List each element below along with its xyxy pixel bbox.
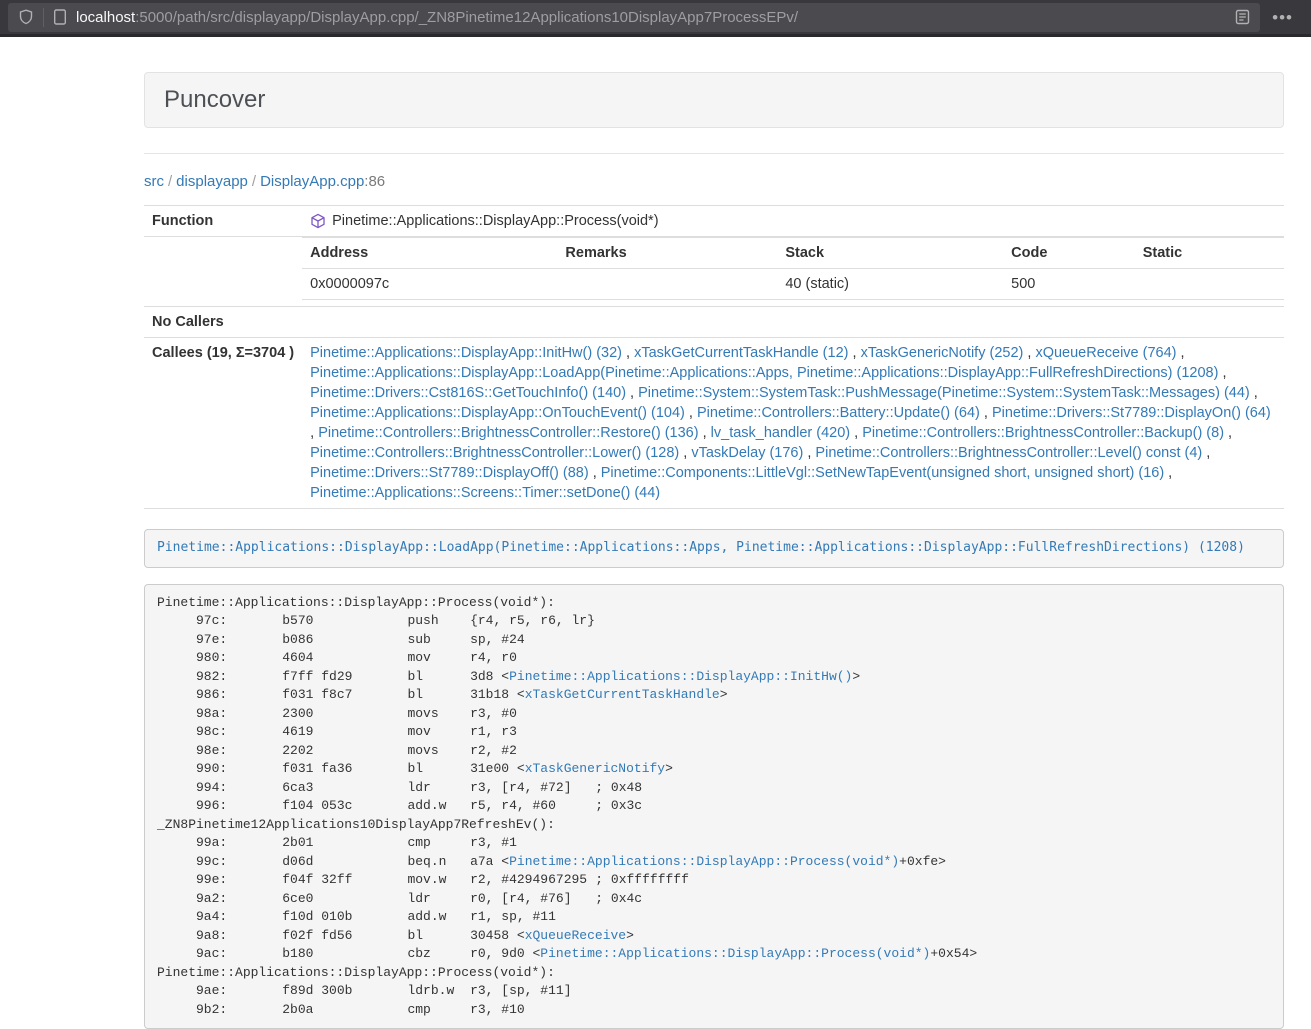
- callee-separator: ,: [589, 465, 601, 481]
- callee-separator: ,: [679, 445, 691, 461]
- disassembly-listing: Pinetime::Applications::DisplayApp::Proc…: [157, 595, 977, 1017]
- column-header: Remarks: [557, 238, 777, 269]
- callee-link[interactable]: Pinetime::Controllers::BrightnessControl…: [310, 445, 679, 461]
- callee-link[interactable]: xTaskGetCurrentTaskHandle (12): [634, 345, 848, 361]
- column-header: Code: [1003, 238, 1135, 269]
- callee-separator: ,: [1202, 445, 1210, 461]
- symbol-link[interactable]: Pinetime::Applications::DisplayApp::Init…: [509, 669, 852, 684]
- symbol-link[interactable]: xQueueReceive: [525, 928, 626, 943]
- callee-separator: ,: [1250, 385, 1258, 401]
- url-text[interactable]: localhost:5000/path/src/displayapp/Displ…: [76, 9, 1235, 26]
- column-header: Address: [302, 238, 557, 269]
- detail-cell: [557, 269, 777, 300]
- detail-cell: 40 (static): [777, 269, 1003, 300]
- shield-icon[interactable]: [18, 9, 34, 25]
- divider: [144, 153, 1284, 154]
- no-callers-label: No Callers: [144, 307, 302, 338]
- callee-separator: ,: [622, 345, 634, 361]
- breadcrumb-separator: /: [164, 173, 176, 190]
- function-detail-table: AddressRemarksStackCodeStatic 0x0000097c…: [302, 237, 1284, 300]
- function-label: Function: [144, 206, 302, 237]
- callee-link[interactable]: vTaskDelay (176): [691, 445, 803, 461]
- toolbar-divider: [43, 8, 44, 27]
- callee-separator: ,: [1218, 365, 1226, 381]
- table-row-callers: No Callers: [144, 307, 1284, 338]
- callee-link[interactable]: Pinetime::Drivers::Cst816S::GetTouchInfo…: [310, 385, 626, 401]
- page-icon[interactable]: [53, 9, 67, 25]
- detail-header-row: AddressRemarksStackCodeStatic: [302, 238, 1284, 269]
- callee-link[interactable]: Pinetime::Controllers::BrightnessControl…: [862, 425, 1224, 441]
- callee-link[interactable]: Pinetime::System::SystemTask::PushMessag…: [638, 385, 1250, 401]
- loadapp-symbol-link[interactable]: Pinetime::Applications::DisplayApp::Load…: [157, 540, 1245, 555]
- reader-mode-icon[interactable]: [1235, 9, 1250, 25]
- callee-separator: ,: [1164, 465, 1172, 481]
- column-header: Stack: [777, 238, 1003, 269]
- breadcrumb: src/displayapp/DisplayApp.cpp:86: [144, 172, 1284, 192]
- symbol-link[interactable]: Pinetime::Applications::DisplayApp::Proc…: [540, 946, 930, 961]
- symbol-link[interactable]: xTaskGenericNotify: [525, 761, 665, 776]
- browser-toolbar: localhost:5000/path/src/displayapp/Displ…: [0, 0, 1311, 37]
- app-header-panel: Puncover: [144, 72, 1284, 128]
- callee-link[interactable]: Pinetime::Applications::DisplayApp::OnTo…: [310, 405, 685, 421]
- callee-separator: ,: [1177, 345, 1185, 361]
- breadcrumb-link[interactable]: displayapp: [176, 173, 248, 190]
- url-path: :5000/path/src/displayapp/DisplayApp.cpp…: [135, 9, 798, 26]
- breadcrumb-line-number: :86: [364, 173, 385, 190]
- callee-link[interactable]: Pinetime::Drivers::St7789::DisplayOn() (…: [992, 405, 1271, 421]
- symbol-link[interactable]: xTaskGetCurrentTaskHandle: [525, 687, 720, 702]
- page-actions-menu-icon[interactable]: •••: [1272, 9, 1293, 26]
- table-row-function: Function Pinetime::Applications::Display…: [144, 206, 1284, 237]
- breadcrumb-link[interactable]: DisplayApp.cpp: [260, 173, 364, 190]
- callee-separator: ,: [1023, 345, 1035, 361]
- callees-list: Pinetime::Applications::DisplayApp::Init…: [302, 338, 1284, 509]
- callee-link[interactable]: Pinetime::Drivers::St7789::DisplayOff() …: [310, 465, 589, 481]
- page-container: Puncover src/displayapp/DisplayApp.cpp:8…: [144, 72, 1284, 1029]
- function-table: Function Pinetime::Applications::Display…: [144, 205, 1284, 509]
- callee-separator: ,: [850, 425, 862, 441]
- callee-link[interactable]: Pinetime::Applications::DisplayApp::Load…: [310, 365, 1218, 381]
- callee-separator: ,: [626, 385, 638, 401]
- caller-snippet-block: Pinetime::Applications::DisplayApp::Load…: [144, 529, 1284, 568]
- url-bar[interactable]: localhost:5000/path/src/displayapp/Displ…: [8, 3, 1260, 32]
- callee-separator: ,: [699, 425, 711, 441]
- callee-link[interactable]: Pinetime::Controllers::BrightnessControl…: [318, 425, 698, 441]
- callee-link[interactable]: Pinetime::Components::LittleVgl::SetNewT…: [601, 465, 1164, 481]
- callee-link[interactable]: xQueueReceive (764): [1035, 345, 1176, 361]
- disassembly-block: Pinetime::Applications::DisplayApp::Proc…: [144, 584, 1284, 1029]
- callee-separator: ,: [803, 445, 815, 461]
- callee-separator: ,: [980, 405, 992, 421]
- callee-separator: ,: [1224, 425, 1232, 441]
- callee-link[interactable]: Pinetime::Controllers::BrightnessControl…: [815, 445, 1202, 461]
- callee-link[interactable]: xTaskGenericNotify (252): [861, 345, 1024, 361]
- callee-link[interactable]: Pinetime::Controllers::Battery::Update()…: [697, 405, 980, 421]
- function-name: Pinetime::Applications::DisplayApp::Proc…: [332, 211, 658, 231]
- callee-link[interactable]: lv_task_handler (420): [711, 425, 850, 441]
- table-row-details: AddressRemarksStackCodeStatic 0x0000097c…: [144, 237, 1284, 307]
- callee-separator: ,: [685, 405, 697, 421]
- column-header: Static: [1135, 238, 1284, 269]
- callee-separator: ,: [310, 425, 318, 441]
- callee-link[interactable]: Pinetime::Applications::DisplayApp::Init…: [310, 345, 622, 361]
- breadcrumb-link[interactable]: src: [144, 173, 164, 190]
- detail-value-row: 0x0000097c 40 (static)500: [302, 269, 1284, 300]
- detail-cell: [1135, 269, 1284, 300]
- callees-label: Callees (19, Σ=3704 ): [144, 338, 302, 509]
- url-host: localhost: [76, 9, 135, 26]
- symbol-link[interactable]: Pinetime::Applications::DisplayApp::Proc…: [509, 854, 899, 869]
- detail-cell: 500: [1003, 269, 1135, 300]
- detail-cell: 0x0000097c: [302, 269, 557, 300]
- page-title: Puncover: [164, 86, 1264, 114]
- cube-icon: [310, 213, 326, 229]
- table-row-callees: Callees (19, Σ=3704 ) Pinetime::Applicat…: [144, 338, 1284, 509]
- callee-link[interactable]: Pinetime::Applications::Screens::Timer::…: [310, 485, 660, 501]
- breadcrumb-separator: /: [248, 173, 260, 190]
- callee-separator: ,: [848, 345, 860, 361]
